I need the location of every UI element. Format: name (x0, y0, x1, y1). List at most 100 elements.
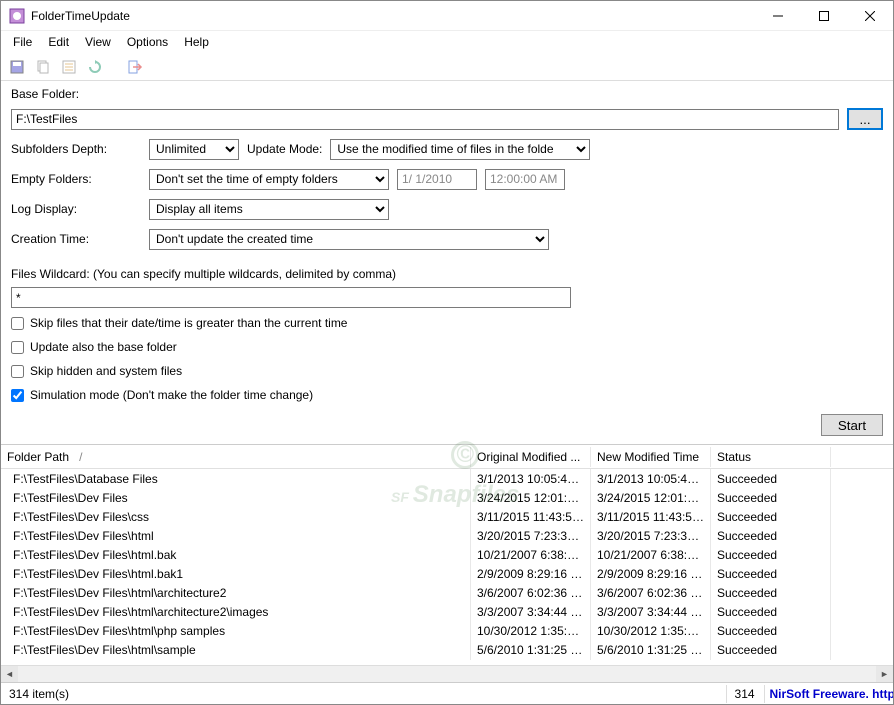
empty-folders-select[interactable]: Don't set the time of empty folders (149, 169, 389, 190)
cell-new: 3/20/2015 7:23:30 ... (591, 526, 711, 546)
wildcard-input[interactable] (11, 287, 571, 308)
table-row[interactable]: F:\TestFiles\Dev Files\html\architecture… (1, 583, 893, 602)
cell-status: Succeeded (711, 583, 831, 603)
copy-icon[interactable] (33, 57, 53, 77)
title-bar: FolderTimeUpdate (1, 1, 893, 31)
menu-options[interactable]: Options (119, 33, 176, 51)
cell-new: 2/9/2009 8:29:16 PM (591, 564, 711, 584)
cell-path: F:\TestFiles\Dev Files\html\architecture… (1, 583, 471, 603)
status-item-count: 314 item(s) (1, 685, 727, 703)
base-folder-input[interactable] (11, 109, 839, 130)
cell-original: 3/24/2015 12:01:42... (471, 488, 591, 508)
status-bar: 314 item(s) 314 NirSoft Freeware. http (1, 682, 893, 704)
cell-status: Succeeded (711, 621, 831, 641)
cell-path: F:\TestFiles\Dev Files\html.bak1 (1, 564, 471, 584)
cell-status: Succeeded (711, 640, 831, 660)
cell-status: Succeeded (711, 564, 831, 584)
cell-new: 3/1/2013 10:05:46 ... (591, 469, 711, 489)
wildcard-label: Files Wildcard: (You can specify multipl… (11, 267, 883, 281)
menu-view[interactable]: View (77, 33, 119, 51)
list-header: Folder Path / Original Modified ... New … (1, 445, 893, 469)
cell-original: 10/30/2012 1:35:27... (471, 621, 591, 641)
cell-new: 5/6/2010 1:31:25 PM (591, 640, 711, 660)
table-row[interactable]: F:\TestFiles\Dev Files3/24/2015 12:01:42… (1, 488, 893, 507)
cell-original: 2/9/2009 8:29:16 PM (471, 564, 591, 584)
cell-original: 10/21/2007 6:38:19... (471, 545, 591, 565)
log-display-label: Log Display: (11, 202, 141, 216)
table-row[interactable]: F:\TestFiles\Dev Files\html.bak12/9/2009… (1, 564, 893, 583)
cell-status: Succeeded (711, 545, 831, 565)
cell-original: 3/1/2013 10:05:46 ... (471, 469, 591, 489)
skip-hidden-checkbox[interactable] (11, 365, 24, 378)
skip-future-checkbox[interactable] (11, 317, 24, 330)
simulation-label: Simulation mode (Don't make the folder t… (30, 388, 313, 402)
cell-new: 10/30/2012 1:35:27... (591, 621, 711, 641)
menu-edit[interactable]: Edit (40, 33, 77, 51)
status-link[interactable]: NirSoft Freeware. http (765, 685, 893, 703)
browse-button[interactable]: ... (847, 108, 883, 130)
menu-help[interactable]: Help (176, 33, 217, 51)
cell-status: Succeeded (711, 526, 831, 546)
app-icon (9, 8, 25, 24)
column-original-modified[interactable]: Original Modified ... (471, 447, 591, 467)
menu-bar: File Edit View Options Help (1, 31, 893, 53)
time-input (485, 169, 565, 190)
close-button[interactable] (847, 1, 893, 31)
cell-new: 3/6/2007 6:02:36 PM (591, 583, 711, 603)
subfolders-label: Subfolders Depth: (11, 142, 141, 156)
cell-path: F:\TestFiles\Dev Files (1, 488, 471, 508)
table-row[interactable]: F:\TestFiles\Dev Files\html3/20/2015 7:2… (1, 526, 893, 545)
cell-original: 3/11/2015 11:43:52... (471, 507, 591, 527)
table-row[interactable]: F:\TestFiles\Dev Files\html\architecture… (1, 602, 893, 621)
column-status[interactable]: Status (711, 447, 831, 467)
start-button[interactable]: Start (821, 414, 883, 436)
update-base-checkbox[interactable] (11, 341, 24, 354)
maximize-button[interactable] (801, 1, 847, 31)
skip-hidden-label: Skip hidden and system files (30, 364, 182, 378)
cell-path: F:\TestFiles\Dev Files\css (1, 507, 471, 527)
cell-original: 5/6/2010 1:31:25 PM (471, 640, 591, 660)
cell-original: 3/3/2007 3:34:44 PM (471, 602, 591, 622)
cell-status: Succeeded (711, 602, 831, 622)
scroll-left-icon[interactable]: ◄ (1, 666, 18, 683)
date-input (397, 169, 477, 190)
window-title: FolderTimeUpdate (31, 9, 755, 23)
log-display-select[interactable]: Display all items (149, 199, 389, 220)
results-list: Folder Path / Original Modified ... New … (1, 444, 893, 682)
cell-status: Succeeded (711, 469, 831, 489)
cell-path: F:\TestFiles\Dev Files\html\sample (1, 640, 471, 660)
skip-future-label: Skip files that their date/time is great… (30, 316, 347, 330)
table-row[interactable]: F:\TestFiles\Database Files3/1/2013 10:0… (1, 469, 893, 488)
subfolders-select[interactable]: Unlimited (149, 139, 239, 160)
save-icon[interactable] (7, 57, 27, 77)
exit-icon[interactable] (125, 57, 145, 77)
update-mode-label: Update Mode: (247, 142, 322, 156)
cell-path: F:\TestFiles\Database Files (1, 469, 471, 489)
horizontal-scrollbar[interactable]: ◄ ► (1, 665, 893, 682)
cell-path: F:\TestFiles\Dev Files\html\php samples (1, 621, 471, 641)
menu-file[interactable]: File (5, 33, 40, 51)
base-folder-label: Base Folder: (11, 87, 883, 101)
properties-icon[interactable] (59, 57, 79, 77)
simulation-checkbox[interactable] (11, 389, 24, 402)
creation-time-select[interactable]: Don't update the created time (149, 229, 549, 250)
status-count: 314 (727, 685, 766, 703)
column-new-modified[interactable]: New Modified Time (591, 447, 711, 467)
scroll-right-icon[interactable]: ► (876, 666, 893, 683)
table-row[interactable]: F:\TestFiles\Dev Files\html.bak10/21/200… (1, 545, 893, 564)
update-mode-select[interactable]: Use the modified time of files in the fo… (330, 139, 590, 160)
cell-new: 3/11/2015 11:43:52... (591, 507, 711, 527)
cell-new: 3/3/2007 3:34:44 PM (591, 602, 711, 622)
table-row[interactable]: F:\TestFiles\Dev Files\html\php samples1… (1, 621, 893, 640)
minimize-button[interactable] (755, 1, 801, 31)
column-folder-path[interactable]: Folder Path / (1, 447, 471, 467)
cell-original: 3/6/2007 6:02:36 PM (471, 583, 591, 603)
table-row[interactable]: F:\TestFiles\Dev Files\css3/11/2015 11:4… (1, 507, 893, 526)
toolbar (1, 53, 893, 81)
cell-path: F:\TestFiles\Dev Files\html (1, 526, 471, 546)
cell-path: F:\TestFiles\Dev Files\html\architecture… (1, 602, 471, 622)
cell-original: 3/20/2015 7:23:30 ... (471, 526, 591, 546)
table-row[interactable]: F:\TestFiles\Dev Files\html\sample5/6/20… (1, 640, 893, 659)
refresh-icon[interactable] (85, 57, 105, 77)
cell-new: 3/24/2015 12:01:42... (591, 488, 711, 508)
